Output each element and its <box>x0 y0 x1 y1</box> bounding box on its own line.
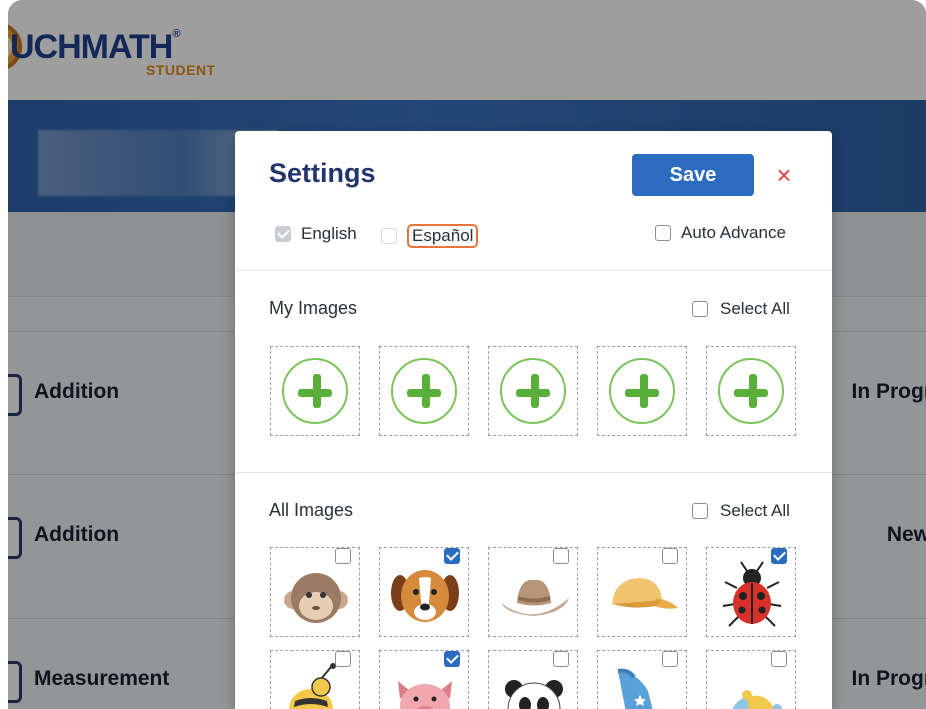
my-images-title: My Images <box>269 298 358 318</box>
english-checkbox[interactable] <box>275 226 291 242</box>
image-tile[interactable] <box>706 547 796 637</box>
image-tile[interactable] <box>488 547 578 637</box>
image-checkbox[interactable] <box>662 651 678 667</box>
add-image-slot[interactable] <box>488 346 578 436</box>
add-image-slot[interactable] <box>270 346 360 436</box>
save-button[interactable]: Save <box>632 154 754 196</box>
image-checkbox[interactable] <box>335 548 351 564</box>
image-tile[interactable] <box>270 650 360 709</box>
settings-modal: Settings Save × English Español Auto Adv… <box>235 131 832 709</box>
espanol-checkbox[interactable] <box>381 228 397 244</box>
add-image-slot[interactable] <box>706 346 796 436</box>
add-plus-icon <box>718 358 784 424</box>
image-checkbox[interactable] <box>771 548 787 564</box>
image-checkbox[interactable] <box>444 548 460 564</box>
add-plus-icon <box>609 358 675 424</box>
all-images-select-all[interactable]: Select All <box>692 501 790 521</box>
close-icon[interactable]: × <box>773 161 795 189</box>
add-plus-icon <box>391 358 457 424</box>
add-plus-icon <box>282 358 348 424</box>
all-images-select-all-checkbox[interactable] <box>692 503 708 519</box>
image-tile[interactable] <box>379 547 469 637</box>
image-checkbox[interactable] <box>444 651 460 667</box>
auto-advance-label: Auto Advance <box>681 223 786 242</box>
image-tile[interactable] <box>379 650 469 709</box>
language-english-option[interactable]: English <box>275 224 357 244</box>
add-image-slot[interactable] <box>597 346 687 436</box>
image-tile[interactable] <box>597 650 687 709</box>
image-tile[interactable] <box>706 650 796 709</box>
image-tile[interactable] <box>597 547 687 637</box>
auto-advance-option[interactable]: Auto Advance <box>655 223 786 243</box>
add-image-slot[interactable] <box>379 346 469 436</box>
all-images-title: All Images <box>269 500 354 520</box>
image-checkbox[interactable] <box>553 548 569 564</box>
select-all-label: Select All <box>720 299 790 318</box>
my-images-select-all[interactable]: Select All <box>692 299 790 319</box>
image-checkbox[interactable] <box>553 651 569 667</box>
divider <box>235 472 832 473</box>
language-espanol-option[interactable]: Español <box>381 224 479 248</box>
image-tile[interactable] <box>488 650 578 709</box>
add-plus-icon <box>500 358 566 424</box>
my-images-select-all-checkbox[interactable] <box>692 301 708 317</box>
espanol-label[interactable]: Español <box>407 224 479 248</box>
english-label: English <box>301 224 357 243</box>
auto-advance-checkbox[interactable] <box>655 225 671 241</box>
divider <box>235 270 832 271</box>
select-all-label: Select All <box>720 501 790 520</box>
modal-title: Settings <box>269 158 376 188</box>
image-checkbox[interactable] <box>335 651 351 667</box>
image-checkbox[interactable] <box>771 651 787 667</box>
image-tile[interactable] <box>270 547 360 637</box>
image-checkbox[interactable] <box>662 548 678 564</box>
